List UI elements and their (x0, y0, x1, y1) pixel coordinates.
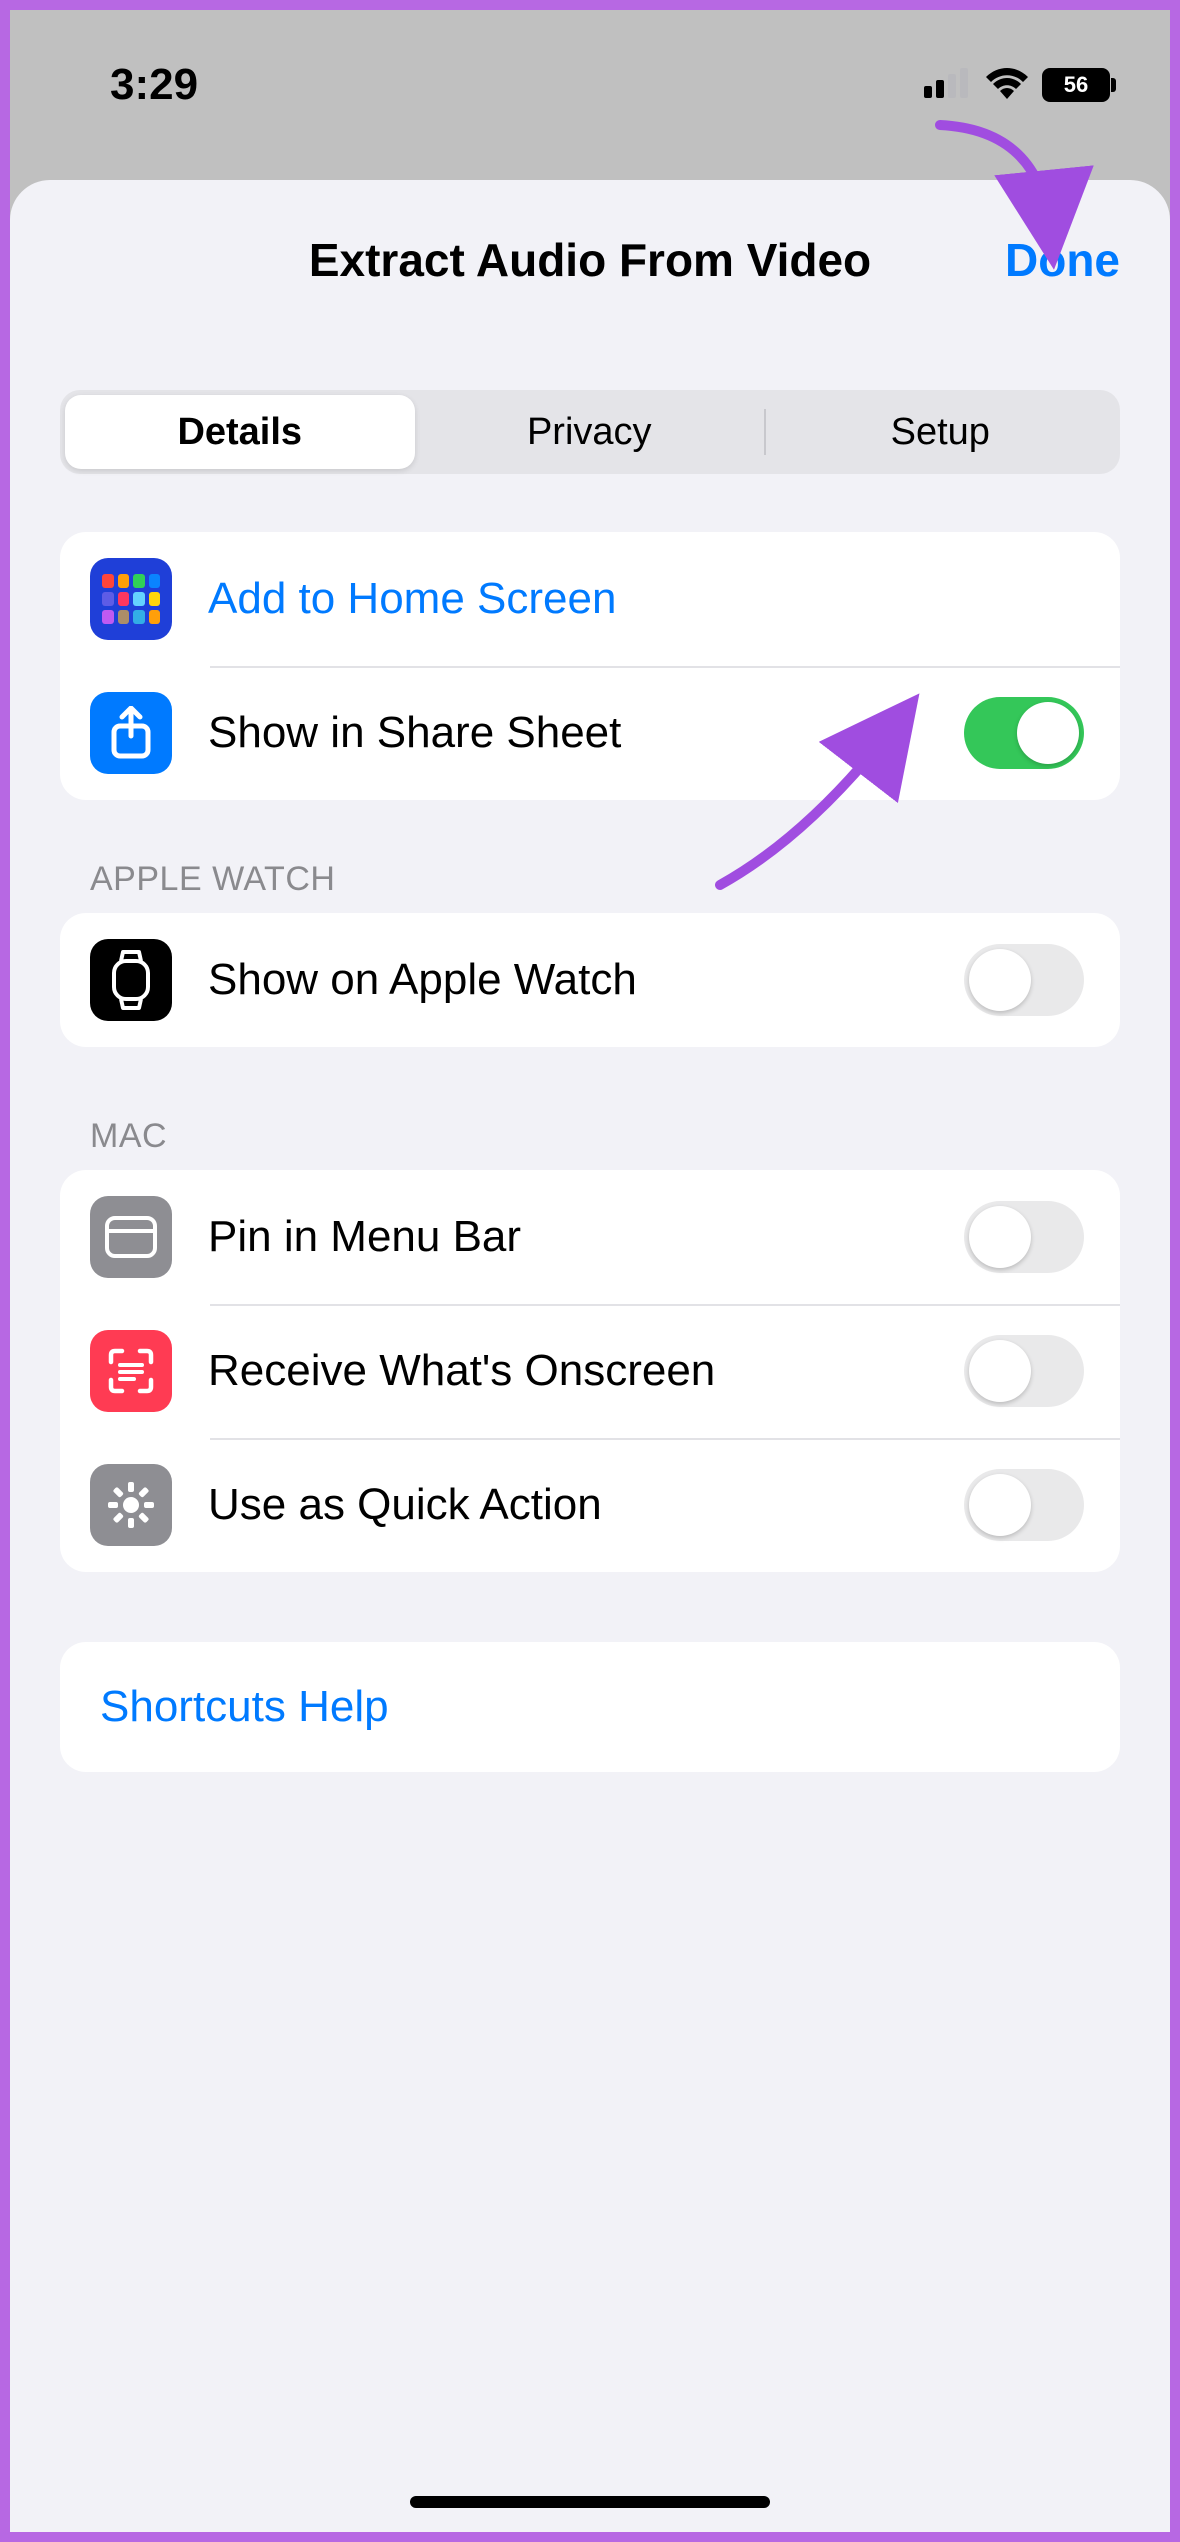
group-mac: Pin in Menu Bar Receive What's Onscreen (60, 1170, 1120, 1572)
row-quick-action: Use as Quick Action (60, 1438, 1120, 1572)
cellular-icon (924, 68, 972, 103)
nav-bar: Extract Audio From Video Done (10, 220, 1170, 300)
status-time: 3:29 (110, 60, 198, 110)
tab-details[interactable]: Details (65, 395, 415, 469)
quick-action-label: Use as Quick Action (208, 1480, 964, 1530)
onscreen-icon (90, 1330, 172, 1412)
toggle-apple-watch[interactable] (964, 944, 1084, 1016)
home-indicator (410, 2496, 770, 2508)
apple-watch-icon (90, 939, 172, 1021)
apple-watch-label: Show on Apple Watch (208, 955, 964, 1005)
row-shortcuts-help[interactable]: Shortcuts Help (60, 1642, 1120, 1772)
status-icons: 56 (924, 66, 1110, 105)
segmented-control[interactable]: Details Privacy Setup (60, 390, 1120, 474)
group-header-watch: APPLE WATCH (90, 860, 1098, 899)
group-general: Add to Home Screen Show in Share Sheet (60, 532, 1120, 800)
tab-privacy[interactable]: Privacy (415, 395, 765, 469)
gear-icon (90, 1464, 172, 1546)
pin-menu-label: Pin in Menu Bar (208, 1212, 964, 1262)
done-button[interactable]: Done (1005, 233, 1120, 287)
group-header-mac: MAC (90, 1117, 1098, 1156)
toggle-receive[interactable] (964, 1335, 1084, 1407)
wifi-icon (984, 66, 1030, 105)
group-help: Shortcuts Help (60, 1642, 1120, 1772)
receive-label: Receive What's Onscreen (208, 1346, 964, 1396)
settings-sheet: Extract Audio From Video Done Details Pr… (10, 180, 1170, 2532)
tab-setup-label: Setup (891, 411, 990, 454)
row-apple-watch: Show on Apple Watch (60, 913, 1120, 1047)
tab-setup[interactable]: Setup (766, 395, 1116, 469)
toggle-quick-action[interactable] (964, 1469, 1084, 1541)
share-icon (90, 692, 172, 774)
row-receive-onscreen: Receive What's Onscreen (60, 1304, 1120, 1438)
tab-privacy-label: Privacy (527, 411, 652, 454)
home-screen-icon (90, 558, 172, 640)
row-share-sheet: Show in Share Sheet (60, 666, 1120, 800)
row-add-to-home[interactable]: Add to Home Screen (60, 532, 1120, 666)
menu-bar-icon (90, 1196, 172, 1278)
share-sheet-label: Show in Share Sheet (208, 708, 964, 758)
tab-details-label: Details (177, 411, 302, 454)
row-pin-menu-bar: Pin in Menu Bar (60, 1170, 1120, 1304)
add-to-home-label: Add to Home Screen (208, 574, 1084, 624)
status-bar: 3:29 56 (10, 10, 1170, 170)
battery-percent: 56 (1064, 72, 1088, 98)
group-apple-watch: Show on Apple Watch (60, 913, 1120, 1047)
phone-frame: 3:29 56 (10, 10, 1170, 2532)
nav-title: Extract Audio From Video (309, 233, 871, 287)
battery-icon: 56 (1042, 68, 1110, 102)
toggle-pin-menu[interactable] (964, 1201, 1084, 1273)
shortcuts-help-label: Shortcuts Help (100, 1682, 1080, 1732)
toggle-share-sheet[interactable] (964, 697, 1084, 769)
